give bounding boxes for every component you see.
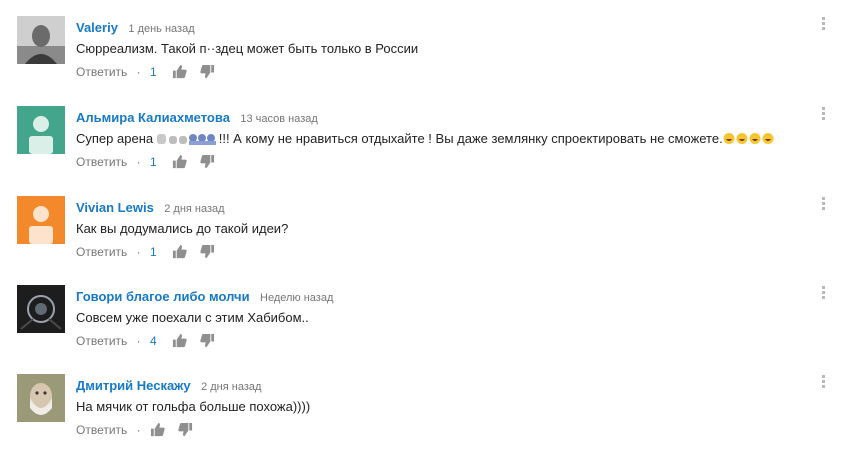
comment: Vivian Lewis 2 дня назад Как вы додумали…	[0, 196, 851, 276]
like-count: 1	[149, 154, 157, 169]
thumb-up-icon[interactable]	[172, 244, 187, 259]
comment-text: Как вы додумались до такой идеи?	[76, 221, 289, 236]
avatar[interactable]	[17, 106, 65, 154]
thumb-up-icon[interactable]	[172, 333, 187, 348]
avatar[interactable]	[17, 196, 65, 244]
thumb-down-icon[interactable]	[200, 64, 215, 79]
reply-button[interactable]: Ответить	[76, 423, 127, 437]
thumb-up-icon[interactable]	[150, 422, 165, 437]
comment-text: Совсем уже поехали с этим Хабибом..	[76, 310, 309, 325]
avatar[interactable]	[17, 285, 65, 333]
author-name[interactable]: Дмитрий Нескажу	[76, 378, 191, 393]
separator-dot: ·	[136, 64, 141, 79]
comment-text-after: !!! А кому не нравиться отдыхайте ! Вы д…	[218, 131, 723, 146]
comment-text: На мячик от гольфа больше похожа))))	[76, 399, 311, 414]
comment-actions: Ответить · 4	[76, 333, 225, 351]
comment-time[interactable]: 2 дня назад	[201, 381, 261, 393]
separator-dot: ·	[136, 333, 141, 348]
laughing-emoji-icon	[723, 132, 777, 148]
comment: Говори благое либо молчи Неделю назад Со…	[0, 285, 851, 365]
more-vertical-icon[interactable]	[818, 374, 828, 392]
comment-text: Супер арена !!! А кому не нравиться отды…	[76, 131, 777, 148]
comment-text-before: Супер арена	[76, 131, 157, 146]
like-count: 1	[149, 64, 157, 79]
thumb-down-icon[interactable]	[200, 333, 215, 348]
separator-dot: ·	[136, 422, 141, 437]
comment-actions: Ответить · 1	[76, 244, 225, 262]
thumb-up-icon[interactable]	[172, 64, 187, 79]
comment-actions: Ответить ·	[76, 422, 203, 440]
thumb-down-icon[interactable]	[200, 154, 215, 169]
comment-header: Говори благое либо молчи Неделю назад	[76, 288, 333, 306]
separator-dot: ·	[136, 154, 141, 169]
comment: Альмира Калиахметова 13 часов назад Супе…	[0, 106, 851, 186]
more-vertical-icon[interactable]	[818, 285, 828, 303]
separator-dot: ·	[136, 244, 141, 259]
author-name[interactable]: Vivian Lewis	[76, 200, 154, 215]
comment-actions: Ответить · 1	[76, 154, 225, 172]
comment: Дмитрий Нескажу 2 дня назад На мячик от …	[0, 374, 851, 454]
like-count: 1	[149, 244, 157, 259]
comment-time[interactable]: Неделю назад	[260, 292, 333, 304]
thumb-up-icon[interactable]	[172, 154, 187, 169]
comment-header: Vivian Lewis 2 дня назад	[76, 199, 225, 217]
comment: Valeriy 1 день назад Сюрреализм. Такой п…	[0, 16, 851, 96]
thumb-down-icon[interactable]	[200, 244, 215, 259]
author-name[interactable]: Альмира Калиахметова	[76, 110, 230, 125]
hand-emoji-icon	[156, 132, 219, 148]
comment-header: Альмира Калиахметова 13 часов назад	[76, 109, 318, 127]
like-count: 4	[149, 333, 157, 348]
reply-button[interactable]: Ответить	[76, 155, 127, 169]
author-name[interactable]: Valeriy	[76, 20, 118, 35]
reply-button[interactable]: Ответить	[76, 65, 127, 79]
comment-time[interactable]: 2 дня назад	[164, 203, 224, 215]
avatar[interactable]	[17, 16, 65, 64]
comment-time[interactable]: 13 часов назад	[240, 113, 317, 125]
more-vertical-icon[interactable]	[818, 196, 828, 214]
comment-time[interactable]: 1 день назад	[128, 23, 194, 35]
author-name[interactable]: Говори благое либо молчи	[76, 289, 250, 304]
reply-button[interactable]: Ответить	[76, 245, 127, 259]
comment-text: Сюрреализм. Такой п··здец может быть тол…	[76, 41, 419, 56]
comment-actions: Ответить · 1	[76, 64, 225, 82]
comment-header: Дмитрий Нескажу 2 дня назад	[76, 377, 261, 395]
avatar[interactable]	[17, 374, 65, 422]
reply-button[interactable]: Ответить	[76, 334, 127, 348]
comment-header: Valeriy 1 день назад	[76, 19, 195, 37]
more-vertical-icon[interactable]	[818, 106, 828, 124]
thumb-down-icon[interactable]	[178, 422, 193, 437]
more-vertical-icon[interactable]	[818, 16, 828, 34]
